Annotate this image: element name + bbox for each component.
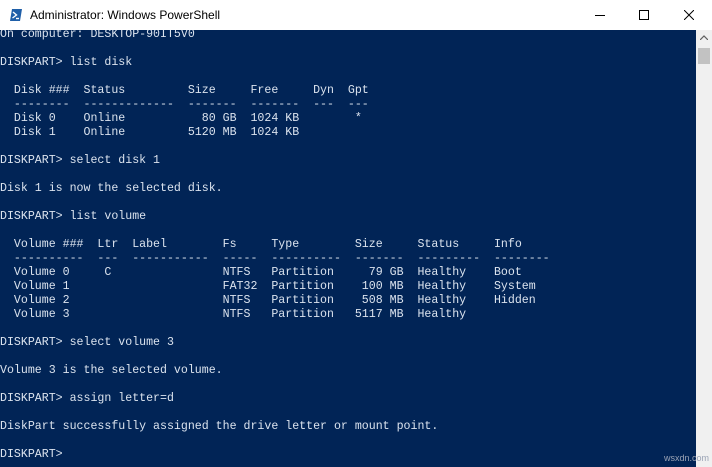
console-lines: On computer: DESKTOP-90IT5V0 DISKPART> li… [0, 30, 550, 462]
vertical-scrollbar[interactable] [696, 30, 712, 467]
console-line: -------- ------------- ------- ------- -… [0, 98, 369, 111]
scroll-up-button[interactable] [696, 30, 712, 46]
console-line: Volume 1 FAT32 Partition 100 MB Healthy … [0, 280, 536, 293]
minimize-icon [595, 15, 605, 16]
console-line: Volume 3 is the selected volume. [0, 364, 223, 377]
powershell-icon [9, 8, 23, 22]
console-line: DiskPart successfully assigned the drive… [0, 420, 439, 433]
console-line: Volume 0 C NTFS Partition 79 GB Healthy … [0, 266, 522, 279]
console-output[interactable]: On computer: DESKTOP-90IT5V0 DISKPART> li… [0, 30, 696, 467]
console-line: DISKPART> select disk 1 [0, 154, 161, 167]
console-line: DISKPART> select volume 3 [0, 336, 174, 349]
minimize-button[interactable] [577, 0, 623, 30]
console-line: On computer: DESKTOP-90IT5V0 [0, 30, 195, 41]
console-line: DISKPART> list disk [0, 56, 133, 69]
maximize-button[interactable] [621, 0, 667, 30]
console-line: Volume 2 NTFS Partition 508 MB Healthy H… [0, 294, 536, 307]
console-line: Disk ### Status Size Free Dyn Gpt [0, 84, 369, 97]
title-bar[interactable]: Administrator: Windows PowerShell [0, 0, 712, 30]
scrollbar-thumb[interactable] [698, 48, 710, 64]
console-line: Disk 1 Online 5120 MB 1024 KB [0, 126, 300, 139]
console-line: DISKPART> [0, 448, 70, 461]
console-line: Disk 1 is now the selected disk. [0, 182, 223, 195]
console-line: ---------- --- ----------- ----- -------… [0, 252, 550, 265]
console-line: DISKPART> assign letter=d [0, 392, 174, 405]
console-line: Volume ### Ltr Label Fs Type Size Status… [0, 238, 522, 251]
close-icon [684, 10, 694, 20]
maximize-icon [639, 10, 649, 20]
window-title: Administrator: Windows PowerShell [30, 8, 221, 22]
close-button[interactable] [666, 0, 712, 30]
chevron-up-icon [700, 35, 708, 40]
console-line: DISKPART> list volume [0, 210, 147, 223]
console-line: Disk 0 Online 80 GB 1024 KB * [0, 112, 362, 125]
watermark: wsxdn.com [664, 453, 710, 463]
console-line: Volume 3 NTFS Partition 5117 MB Healthy [0, 308, 467, 321]
